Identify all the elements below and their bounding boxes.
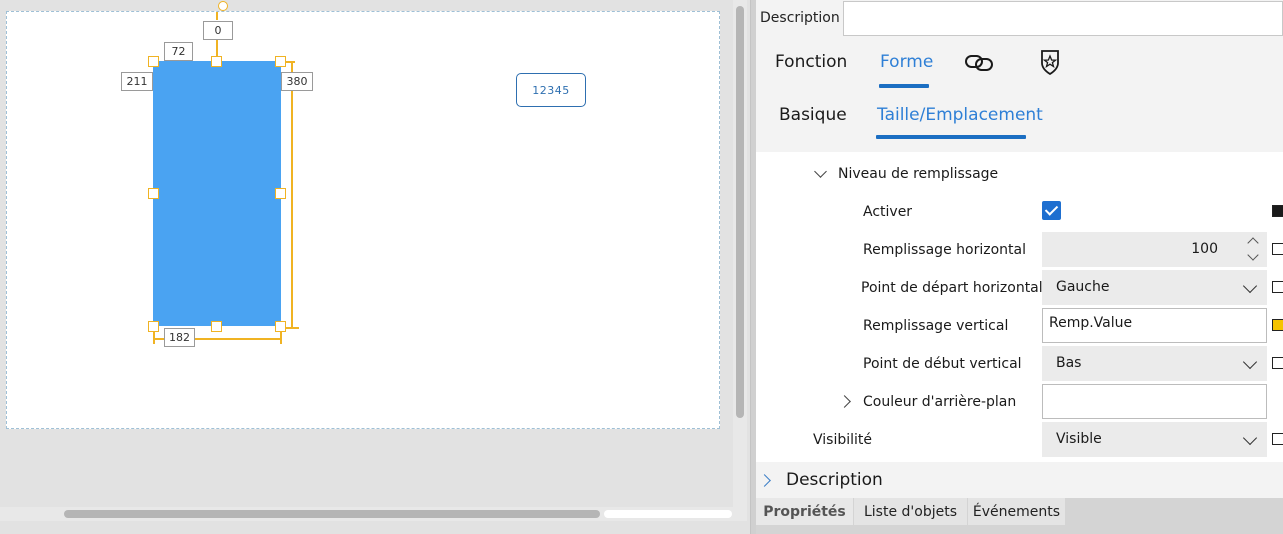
tab-liste-objets[interactable]: Liste d'objets xyxy=(854,498,967,525)
vertical-start-value: Bas xyxy=(1056,355,1082,371)
tab-taille-underline xyxy=(876,135,1026,139)
group-fill-level[interactable]: Niveau de remplissage xyxy=(756,155,1283,193)
bottom-guide-tick-left xyxy=(153,332,155,344)
link-icon[interactable] xyxy=(964,47,994,77)
chevron-down-icon xyxy=(1242,278,1258,294)
horizontal-fill-spinner[interactable]: 100 xyxy=(1042,232,1267,267)
vertical-start-link-marker[interactable] xyxy=(1272,357,1283,369)
property-grid: Niveau de remplissage Activer Remplissag… xyxy=(756,152,1283,462)
background-color-label: Couleur d'arrière-plan xyxy=(863,394,1017,410)
horizontal-start-label: Point de départ horizontal xyxy=(861,280,1043,296)
resize-handle-bottom[interactable] xyxy=(211,321,222,332)
resize-handle-top[interactable] xyxy=(211,56,222,67)
horizontal-start-link-marker[interactable] xyxy=(1272,281,1283,293)
spin-up-icon[interactable] xyxy=(1247,237,1259,249)
chevron-down-icon xyxy=(1242,430,1258,446)
horizontal-start-select[interactable]: Gauche xyxy=(1042,270,1267,305)
dimension-right-label: 380 xyxy=(281,72,313,91)
design-canvas[interactable]: 0 72 211 380 182 12345 xyxy=(6,1,720,429)
horizontal-scrollbar-track xyxy=(604,510,732,518)
properties-panel: Description Fonction Forme Basique Taill… xyxy=(756,0,1283,534)
horizontal-fill-label: Remplissage horizontal xyxy=(863,242,1026,258)
tab-fonction[interactable]: Fonction xyxy=(775,52,847,72)
row-point-depart-horizontal: Point de départ horizontal Gauche xyxy=(756,269,1283,307)
tab-evenements[interactable]: Événements xyxy=(968,498,1065,525)
horizontal-fill-link-marker[interactable] xyxy=(1272,243,1283,255)
vertical-fill-value: Remp.Value xyxy=(1049,315,1133,331)
vertical-fill-input[interactable]: Remp.Value xyxy=(1042,308,1267,343)
horizontal-scrollbar-thumb[interactable] xyxy=(64,510,600,518)
dimension-left-label: 211 xyxy=(121,72,153,91)
chevron-right-icon[interactable] xyxy=(758,474,771,487)
right-guide-line xyxy=(291,61,293,328)
rectangle-shape[interactable] xyxy=(153,61,281,326)
vertical-fill-link-marker[interactable] xyxy=(1272,319,1283,331)
right-guide-tick-bottom xyxy=(285,327,299,329)
description-input[interactable] xyxy=(843,1,1283,36)
row-point-debut-vertical: Point de début vertical Bas xyxy=(756,345,1283,383)
row-remplissage-horizontal: Remplissage horizontal 100 xyxy=(756,231,1283,269)
row-visibilite: Visibilité Visible xyxy=(756,421,1283,459)
resize-handle-top-left[interactable] xyxy=(148,56,159,67)
resize-handle-bottom-right[interactable] xyxy=(275,321,286,332)
row-activer: Activer xyxy=(756,193,1283,231)
tab-forme-underline xyxy=(879,84,929,88)
bottom-tab-bar: Propriétés Liste d'objets Événements xyxy=(756,498,1283,534)
vertical-start-label: Point de début vertical xyxy=(863,356,1022,372)
activer-link-marker[interactable] xyxy=(1272,205,1283,217)
description-section-label: Description xyxy=(786,470,883,490)
horizontal-scrollbar[interactable] xyxy=(0,507,733,521)
visibility-label: Visibilité xyxy=(813,432,873,448)
rotation-handle[interactable] xyxy=(218,1,228,11)
vertical-scrollbar[interactable] xyxy=(733,0,747,521)
visibility-select[interactable]: Visible xyxy=(1042,422,1267,457)
description-label: Description xyxy=(760,10,840,26)
tab-proprietes[interactable]: Propriétés xyxy=(756,498,853,525)
chevron-down-icon[interactable] xyxy=(814,165,827,178)
horizontal-fill-value: 100 xyxy=(1191,241,1218,257)
visibility-link-marker[interactable] xyxy=(1272,433,1283,445)
spin-down-icon[interactable] xyxy=(1247,249,1259,261)
app-window: 0 72 211 380 182 12345 Description Fonct… xyxy=(0,0,1283,534)
row-remplissage-vertical: Remplissage vertical Remp.Value xyxy=(756,307,1283,345)
tab-basique[interactable]: Basique xyxy=(779,105,847,125)
vertical-start-select[interactable]: Bas xyxy=(1042,346,1267,381)
activer-checkbox[interactable] xyxy=(1042,201,1061,220)
chevron-down-icon xyxy=(1242,354,1258,370)
chevron-right-icon[interactable] xyxy=(838,395,851,408)
resize-handle-bottom-left[interactable] xyxy=(148,321,159,332)
description-row: Description xyxy=(756,0,1283,38)
horizontal-start-value: Gauche xyxy=(1056,279,1110,295)
star-shield-icon[interactable] xyxy=(1036,47,1066,77)
row-couleur-arriere-plan: Couleur d'arrière-plan xyxy=(756,383,1283,421)
activer-label: Activer xyxy=(863,204,913,220)
visibility-value: Visible xyxy=(1056,431,1102,447)
numeric-display-widget[interactable]: 12345 xyxy=(516,73,586,107)
vertical-scrollbar-thumb[interactable] xyxy=(736,6,744,418)
dimension-top-label: 0 xyxy=(203,21,233,40)
background-color-input[interactable] xyxy=(1042,384,1267,419)
group-fill-level-label: Niveau de remplissage xyxy=(838,166,999,182)
rotation-stem xyxy=(216,12,218,20)
dimension-width-label: 72 xyxy=(164,42,193,61)
vertical-fill-label: Remplissage vertical xyxy=(863,318,1009,334)
sub-tab-bar: Basique Taille/Emplacement xyxy=(756,90,1283,152)
resize-handle-left[interactable] xyxy=(148,188,159,199)
right-guide-tick-top xyxy=(285,61,295,63)
tab-taille-emplacement[interactable]: Taille/Emplacement xyxy=(877,105,1043,125)
description-section[interactable]: Description xyxy=(756,462,1283,498)
tab-forme[interactable]: Forme xyxy=(880,52,933,72)
canvas-area: 0 72 211 380 182 12345 xyxy=(0,0,750,534)
resize-handle-right[interactable] xyxy=(275,188,286,199)
main-tab-bar: Fonction Forme xyxy=(756,38,1283,90)
bottom-guide-tick-right xyxy=(280,332,282,344)
dimension-height-label: 182 xyxy=(164,328,195,347)
resize-handle-top-right[interactable] xyxy=(275,56,286,67)
